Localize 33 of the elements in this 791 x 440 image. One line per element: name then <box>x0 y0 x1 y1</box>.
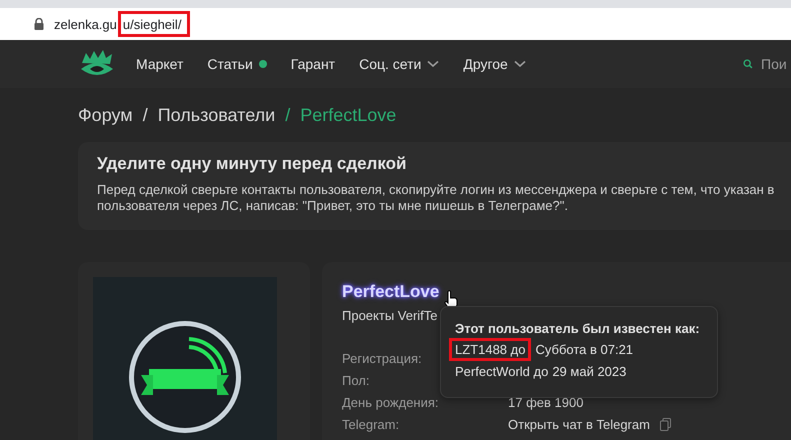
url-host-text: zelenka.gu <box>54 16 117 32</box>
nav-menu-item[interactable]: Соц. сети <box>359 56 440 72</box>
nav-menu-item[interactable]: Статьи <box>207 56 267 72</box>
former-name-date: Суббота в 07:21 <box>535 342 634 356</box>
former-name: PerfectWorld до <box>455 364 548 378</box>
username: PerfectLove <box>342 282 440 302</box>
notice-text: Перед сделкой сверьте контакты пользователя, скопируйте логин из мессенджера и сверьте с тем, что указан в пользователя через ЛС, написав: "Привет, это ты мне пишешь в Телеграме?". <box>97 182 776 214</box>
breadcrumb-link[interactable]: Пользователи <box>158 104 276 126</box>
search-field[interactable]: Пои <box>761 56 791 72</box>
breadcrumb-link[interactable]: PerfectLove <box>300 104 396 126</box>
url-path-text: u/siegheil/ <box>122 16 182 32</box>
copy-icon[interactable] <box>660 418 671 430</box>
former-name: LZT1488 до <box>455 342 526 356</box>
chevron-down-icon <box>427 60 440 68</box>
lock-icon <box>34 18 44 30</box>
nav-menu-item[interactable]: Гарант <box>290 56 336 72</box>
former-name-date: 29 май 2023 <box>552 364 626 378</box>
chevron-down-icon <box>514 60 526 68</box>
address-bar[interactable]: zelenka.gu u/siegheil/ <box>0 8 791 40</box>
tooltip-title: Этот пользователь был известен как: <box>455 321 701 336</box>
breadcrumb-link[interactable]: Форум <box>78 104 133 126</box>
field-label: День рождения: <box>342 394 439 410</box>
nav-menu-item[interactable]: Маркет <box>136 56 184 72</box>
breadcrumb-separator: / <box>285 104 290 126</box>
field-label: Регистрация: <box>342 350 422 366</box>
user-title: Проекты VerifTe <box>342 308 439 323</box>
notice-title: Уделите одну минуту перед сделкой <box>97 154 408 174</box>
field-label: Telegram: <box>342 416 400 432</box>
breadcrumb-separator: / <box>142 104 148 126</box>
field-value: Открыть чат в Telegram <box>508 416 650 432</box>
field-label: Пол: <box>342 372 370 388</box>
nav-menu-item[interactable]: Другое <box>463 56 526 72</box>
field-value: 17 фев 1900 <box>508 394 584 410</box>
